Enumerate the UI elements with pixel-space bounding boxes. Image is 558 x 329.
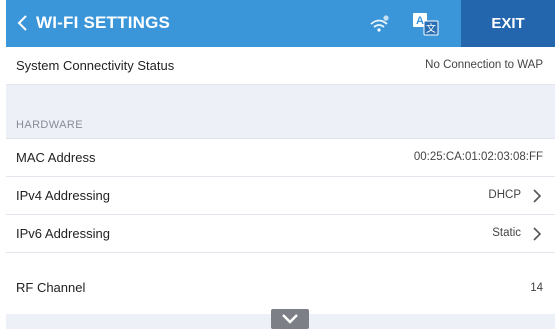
rf-channel-row: RF Channel 14: [6, 253, 555, 314]
rf-channel-value: 14: [530, 282, 543, 294]
rf-channel-label: RF Channel: [16, 280, 86, 295]
ipv6-addressing-label: IPv6 Addressing: [16, 226, 110, 241]
status-row: System Connectivity Status No Connection…: [6, 47, 555, 85]
section-spacer: [6, 85, 555, 109]
wifi-settings-screen: WI-FI SETTINGS A 文 EXIT System Connectiv…: [6, 0, 555, 329]
chevron-right-icon: [533, 189, 542, 203]
mac-address-label: MAC Address: [16, 150, 96, 165]
translate-icon[interactable]: A 文: [412, 12, 440, 36]
status-value: No Connection to WAP: [425, 59, 543, 71]
section-title: HARDWARE: [16, 119, 83, 131]
section-header-hardware: HARDWARE: [6, 109, 555, 139]
svg-text:文: 文: [426, 22, 436, 35]
status-label: System Connectivity Status: [16, 58, 175, 73]
wifi-status-icon: [370, 15, 389, 32]
ipv4-addressing-value: DHCP: [488, 189, 521, 201]
mac-address-value: 00:25:CA:01:02:03:08:FF: [413, 151, 543, 163]
ipv4-addressing-row[interactable]: IPv4 Addressing DHCP: [6, 177, 555, 215]
chevron-down-icon: [282, 314, 298, 324]
ipv6-addressing-value: Static: [492, 227, 521, 239]
header-bar: WI-FI SETTINGS A 文 EXIT: [6, 0, 555, 47]
ipv4-addressing-label: IPv4 Addressing: [16, 188, 110, 203]
chevron-left-icon[interactable]: [14, 13, 32, 33]
ipv6-addressing-row[interactable]: IPv6 Addressing Static: [6, 215, 555, 253]
exit-button[interactable]: EXIT: [461, 0, 555, 47]
scroll-down-button[interactable]: [271, 309, 309, 329]
mac-address-row: MAC Address 00:25:CA:01:02:03:08:FF: [6, 139, 555, 177]
svg-text:A: A: [416, 15, 424, 27]
page-title: WI-FI SETTINGS: [36, 13, 171, 32]
chevron-right-icon: [533, 227, 542, 241]
